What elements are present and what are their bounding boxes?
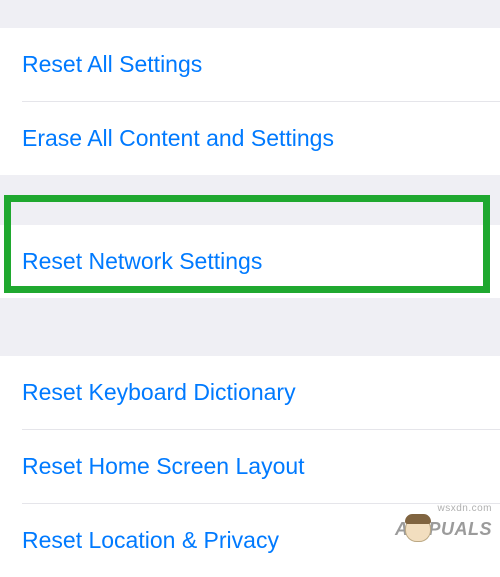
reset-section-1: Reset All Settings Erase All Content and… bbox=[0, 28, 500, 175]
reset-network-settings-label: Reset Network Settings bbox=[22, 248, 262, 274]
reset-location-privacy-row[interactable]: Reset Location & Privacy bbox=[0, 504, 500, 577]
reset-all-settings-row[interactable]: Reset All Settings bbox=[0, 28, 500, 101]
reset-keyboard-dictionary-row[interactable]: Reset Keyboard Dictionary bbox=[0, 356, 500, 429]
reset-home-screen-row[interactable]: Reset Home Screen Layout bbox=[0, 430, 500, 503]
reset-all-settings-label: Reset All Settings bbox=[22, 51, 202, 77]
reset-section-3: Reset Keyboard Dictionary Reset Home Scr… bbox=[0, 356, 500, 577]
section-gap-small bbox=[0, 298, 500, 306]
reset-home-screen-label: Reset Home Screen Layout bbox=[22, 453, 305, 479]
reset-keyboard-dictionary-label: Reset Keyboard Dictionary bbox=[22, 379, 296, 405]
section-gap-2 bbox=[0, 306, 500, 356]
erase-all-content-row[interactable]: Erase All Content and Settings bbox=[0, 102, 500, 175]
section-gap-1 bbox=[0, 175, 500, 225]
reset-section-2: Reset Network Settings bbox=[0, 225, 500, 298]
reset-location-privacy-label: Reset Location & Privacy bbox=[22, 527, 279, 553]
reset-network-settings-row[interactable]: Reset Network Settings bbox=[0, 225, 500, 298]
erase-all-content-label: Erase All Content and Settings bbox=[22, 125, 334, 151]
top-gap bbox=[0, 0, 500, 28]
